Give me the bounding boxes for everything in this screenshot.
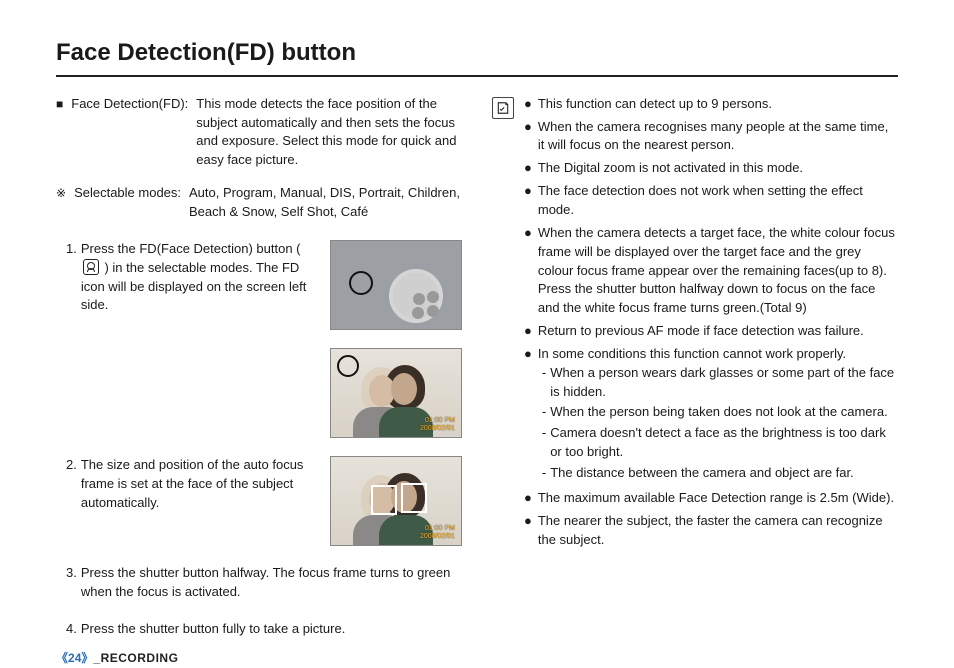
note-subtext: When the person being taken does not loo… bbox=[550, 403, 888, 422]
step: 3. Press the shutter button halfway. The… bbox=[56, 564, 462, 602]
intro-text: This mode detects the face position of t… bbox=[196, 95, 462, 170]
step-image-focus: 01:00 PM 2008/02/01 bbox=[330, 456, 462, 546]
note-item: ●When the camera detects a target face, … bbox=[524, 224, 898, 318]
content-columns: ■ Face Detection(FD): This mode detects … bbox=[56, 95, 898, 643]
highlight-circle-icon bbox=[337, 355, 359, 377]
note-subtext: When a person wears dark glasses or some… bbox=[550, 364, 898, 402]
steps-list: 1. Press the FD(Face Detection) button (… bbox=[56, 240, 462, 639]
intro-label: Face Detection(FD): bbox=[71, 95, 188, 170]
note-text: When the camera recognises many people a… bbox=[538, 118, 898, 156]
note-text: In some conditions this function cannot … bbox=[538, 346, 846, 361]
right-column: ●This function can detect up to 9 person… bbox=[492, 95, 898, 643]
note-subitem: -When the person being taken does not lo… bbox=[538, 403, 898, 422]
focus-frame-icon bbox=[371, 485, 397, 515]
step-body: Press the shutter button halfway. The fo… bbox=[81, 564, 462, 602]
step-text: 3. Press the shutter button halfway. The… bbox=[56, 564, 462, 602]
notes-list: ●This function can detect up to 9 person… bbox=[524, 95, 898, 643]
step-number: 1. bbox=[56, 240, 77, 330]
note-text: This function can detect up to 9 persons… bbox=[538, 95, 772, 114]
timestamp-date: 2008/02/01 bbox=[420, 425, 455, 432]
step-body-pre: Press the FD(Face Detection) button ( bbox=[81, 241, 301, 256]
modes-label: Selectable modes: bbox=[74, 184, 181, 222]
reference-mark-icon: ※ bbox=[56, 184, 66, 222]
modes-text: Auto, Program, Manual, DIS, Portrait, Ch… bbox=[189, 184, 462, 222]
timestamp-overlay: 01:00 PM 2008/02/01 bbox=[420, 525, 455, 540]
note-item: ●When the camera recognises many people … bbox=[524, 118, 898, 156]
note-icon bbox=[492, 97, 514, 119]
left-column: ■ Face Detection(FD): This mode detects … bbox=[56, 95, 462, 643]
section-name: _RECORDING bbox=[93, 651, 178, 665]
page-title: Face Detection(FD) button bbox=[56, 36, 898, 77]
note-text: The Digital zoom is not activated in thi… bbox=[538, 159, 803, 178]
step: 01:00 PM 2008/02/01 bbox=[56, 348, 462, 438]
modes-block: ※ Selectable modes: Auto, Program, Manua… bbox=[56, 184, 462, 222]
timestamp-overlay: 01:00 PM 2008/02/01 bbox=[420, 417, 455, 432]
face-detection-icon bbox=[83, 259, 99, 275]
note-item: ●The nearer the subject, the faster the … bbox=[524, 512, 898, 550]
step-number: 3. bbox=[56, 564, 77, 602]
step-image-preview: 01:00 PM 2008/02/01 bbox=[330, 348, 462, 438]
intro-block: ■ Face Detection(FD): This mode detects … bbox=[56, 95, 462, 170]
step-body: Press the shutter button fully to take a… bbox=[81, 620, 345, 639]
highlight-circle-icon bbox=[349, 271, 373, 295]
step-body-post: ) in the selectable modes. The FD icon w… bbox=[81, 260, 306, 313]
step-text: 1. Press the FD(Face Detection) button (… bbox=[56, 240, 312, 330]
page-footer: 《24》_RECORDING bbox=[56, 650, 898, 667]
note-text: The maximum available Face Detection ran… bbox=[538, 489, 894, 508]
timestamp-date: 2008/02/01 bbox=[420, 533, 455, 540]
note-text: When the camera detects a target face, t… bbox=[538, 224, 898, 318]
note-item: ● In some conditions this function canno… bbox=[524, 345, 898, 485]
note-subtext: The distance between the camera and obje… bbox=[550, 464, 854, 483]
note-subitem: -The distance between the camera and obj… bbox=[538, 464, 898, 483]
note-text: The face detection does not work when se… bbox=[538, 182, 898, 220]
step-body: Press the FD(Face Detection) button ( ) … bbox=[81, 240, 312, 330]
page-number-value: 24 bbox=[68, 651, 81, 665]
step-text: 2. The size and position of the auto foc… bbox=[56, 456, 312, 546]
note-item: ●The maximum available Face Detection ra… bbox=[524, 489, 898, 508]
focus-frame-icon bbox=[401, 483, 427, 513]
note-sublist: -When a person wears dark glasses or som… bbox=[538, 364, 898, 483]
timestamp-time: 01:00 PM bbox=[425, 525, 455, 532]
note-item: ●The face detection does not work when s… bbox=[524, 182, 898, 220]
note-item: ●Return to previous AF mode if face dete… bbox=[524, 322, 898, 341]
note-text: Return to previous AF mode if face detec… bbox=[538, 322, 864, 341]
timestamp-time: 01:00 PM bbox=[425, 417, 455, 424]
note-text: The nearer the subject, the faster the c… bbox=[538, 512, 898, 550]
note-subtext: Camera doesn't detect a face as the brig… bbox=[550, 424, 898, 462]
step-number: 4. bbox=[56, 620, 77, 639]
step-body: The size and position of the auto focus … bbox=[81, 456, 312, 546]
step: 1. Press the FD(Face Detection) button (… bbox=[56, 240, 462, 330]
step-image-camera bbox=[330, 240, 462, 330]
page-number: 《24》 bbox=[56, 651, 93, 665]
note-subitem: -When a person wears dark glasses or som… bbox=[538, 364, 898, 402]
square-bullet-icon: ■ bbox=[56, 95, 63, 170]
note-item: ●The Digital zoom is not activated in th… bbox=[524, 159, 898, 178]
step-number: 2. bbox=[56, 456, 77, 546]
step-text: 4. Press the shutter button fully to tak… bbox=[56, 620, 462, 639]
step: 4. Press the shutter button fully to tak… bbox=[56, 620, 462, 639]
page: Face Detection(FD) button ■ Face Detecti… bbox=[0, 0, 954, 660]
step: 2. The size and position of the auto foc… bbox=[56, 456, 462, 546]
note-subitem: -Camera doesn't detect a face as the bri… bbox=[538, 424, 898, 462]
step-text bbox=[56, 348, 312, 438]
note-item: ●This function can detect up to 9 person… bbox=[524, 95, 898, 114]
